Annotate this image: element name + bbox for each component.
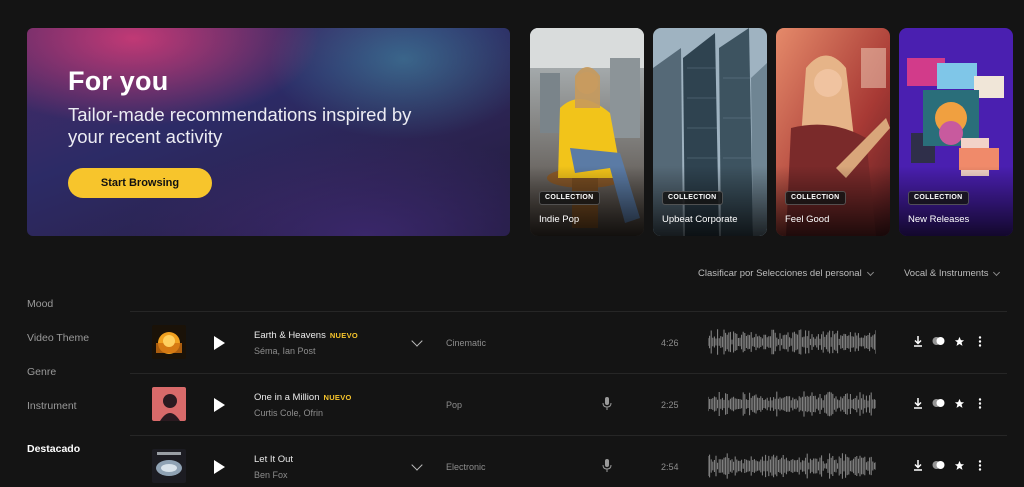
- star-icon[interactable]: [952, 396, 966, 410]
- similar-tracks-icon[interactable]: [931, 334, 945, 348]
- play-icon[interactable]: [214, 336, 225, 350]
- album-art: [152, 449, 186, 483]
- collection-name: Feel Good: [785, 214, 830, 225]
- microphone-icon: [602, 459, 612, 472]
- more-options-icon[interactable]: [973, 458, 987, 472]
- track-row[interactable]: One in a Million NUEVO Curtis Cole, Ofrin…: [130, 373, 1007, 435]
- collection-badge: COLLECTION: [908, 191, 969, 205]
- sidebar-item-video-theme[interactable]: Video Theme: [27, 332, 89, 344]
- album-art: [152, 325, 186, 359]
- collection-name: Upbeat Corporate: [662, 214, 738, 225]
- vocal-instruments-label: Vocal & Instruments: [904, 268, 989, 279]
- more-options-icon[interactable]: [973, 396, 987, 410]
- waveform[interactable]: [708, 329, 876, 355]
- track-title[interactable]: One in a Million NUEVO: [254, 392, 352, 403]
- sidebar-item-mood[interactable]: Mood: [27, 298, 53, 310]
- track-artist[interactable]: Ben Fox: [254, 470, 288, 480]
- vocal-instruments-dropdown[interactable]: Vocal & Instruments: [904, 268, 1001, 279]
- track-genre[interactable]: Pop: [446, 400, 462, 410]
- track-duration: 2:54: [661, 462, 679, 472]
- track-title[interactable]: Let It Out: [254, 454, 293, 465]
- track-duration: 2:25: [661, 400, 679, 410]
- download-icon[interactable]: [911, 396, 925, 410]
- waveform[interactable]: [708, 453, 876, 479]
- track-title[interactable]: Earth & Heavens NUEVO: [254, 330, 358, 341]
- collection-card-indie-pop[interactable]: COLLECTION Indie Pop: [530, 28, 644, 236]
- new-badge: NUEVO: [329, 331, 358, 340]
- track-artist[interactable]: Séma, Ian Post: [254, 346, 316, 356]
- more-options-icon[interactable]: [973, 334, 987, 348]
- collection-badge: COLLECTION: [662, 191, 723, 205]
- chevron-down-icon: [866, 268, 874, 276]
- collection-name: Indie Pop: [539, 214, 580, 225]
- sidebar-item-destacado[interactable]: Destacado: [27, 443, 80, 455]
- track-artist[interactable]: Curtis Cole, Ofrin: [254, 408, 323, 418]
- hero-subtitle: Tailor-made recommendations inspired by …: [68, 104, 412, 147]
- similar-tracks-icon[interactable]: [931, 396, 945, 410]
- album-art: [152, 387, 186, 421]
- track-duration: 4:26: [661, 338, 679, 348]
- chevron-down-icon[interactable]: [411, 335, 423, 347]
- download-icon[interactable]: [911, 334, 925, 348]
- collection-card-upbeat-corporate[interactable]: COLLECTION Upbeat Corporate: [653, 28, 767, 236]
- track-row[interactable]: Let It Out Ben Fox Electronic 2:54: [130, 435, 1007, 487]
- collection-name: New Releases: [908, 214, 970, 225]
- new-badge: NUEVO: [323, 393, 352, 402]
- microphone-icon: [602, 397, 612, 410]
- hero-title: For you: [68, 66, 169, 96]
- sidebar-item-genre[interactable]: Genre: [27, 366, 56, 378]
- track-row[interactable]: Earth & Heavens NUEVO Séma, Ian Post Cine…: [130, 311, 1007, 373]
- chevron-down-icon[interactable]: [411, 459, 423, 471]
- waveform[interactable]: [708, 391, 876, 417]
- collection-card-feel-good[interactable]: COLLECTION Feel Good: [776, 28, 890, 236]
- similar-tracks-icon[interactable]: [931, 458, 945, 472]
- download-icon[interactable]: [911, 458, 925, 472]
- sort-dropdown[interactable]: Clasificar por Selecciones del personal: [698, 268, 874, 279]
- play-icon[interactable]: [214, 460, 225, 474]
- sidebar-item-instrument[interactable]: Instrument: [27, 400, 77, 412]
- start-browsing-button[interactable]: Start Browsing: [68, 168, 212, 198]
- collection-badge: COLLECTION: [785, 191, 846, 205]
- sort-label: Clasificar por Selecciones del personal: [698, 268, 862, 279]
- track-genre[interactable]: Electronic: [446, 462, 486, 472]
- star-icon[interactable]: [952, 458, 966, 472]
- track-genre[interactable]: Cinematic: [446, 338, 486, 348]
- play-icon[interactable]: [214, 398, 225, 412]
- star-icon[interactable]: [952, 334, 966, 348]
- chevron-down-icon: [993, 268, 1001, 276]
- collection-card-new-releases[interactable]: COLLECTION New Releases: [899, 28, 1013, 236]
- collection-badge: COLLECTION: [539, 191, 600, 205]
- for-you-banner: For you Tailor-made recommendations insp…: [27, 28, 510, 236]
